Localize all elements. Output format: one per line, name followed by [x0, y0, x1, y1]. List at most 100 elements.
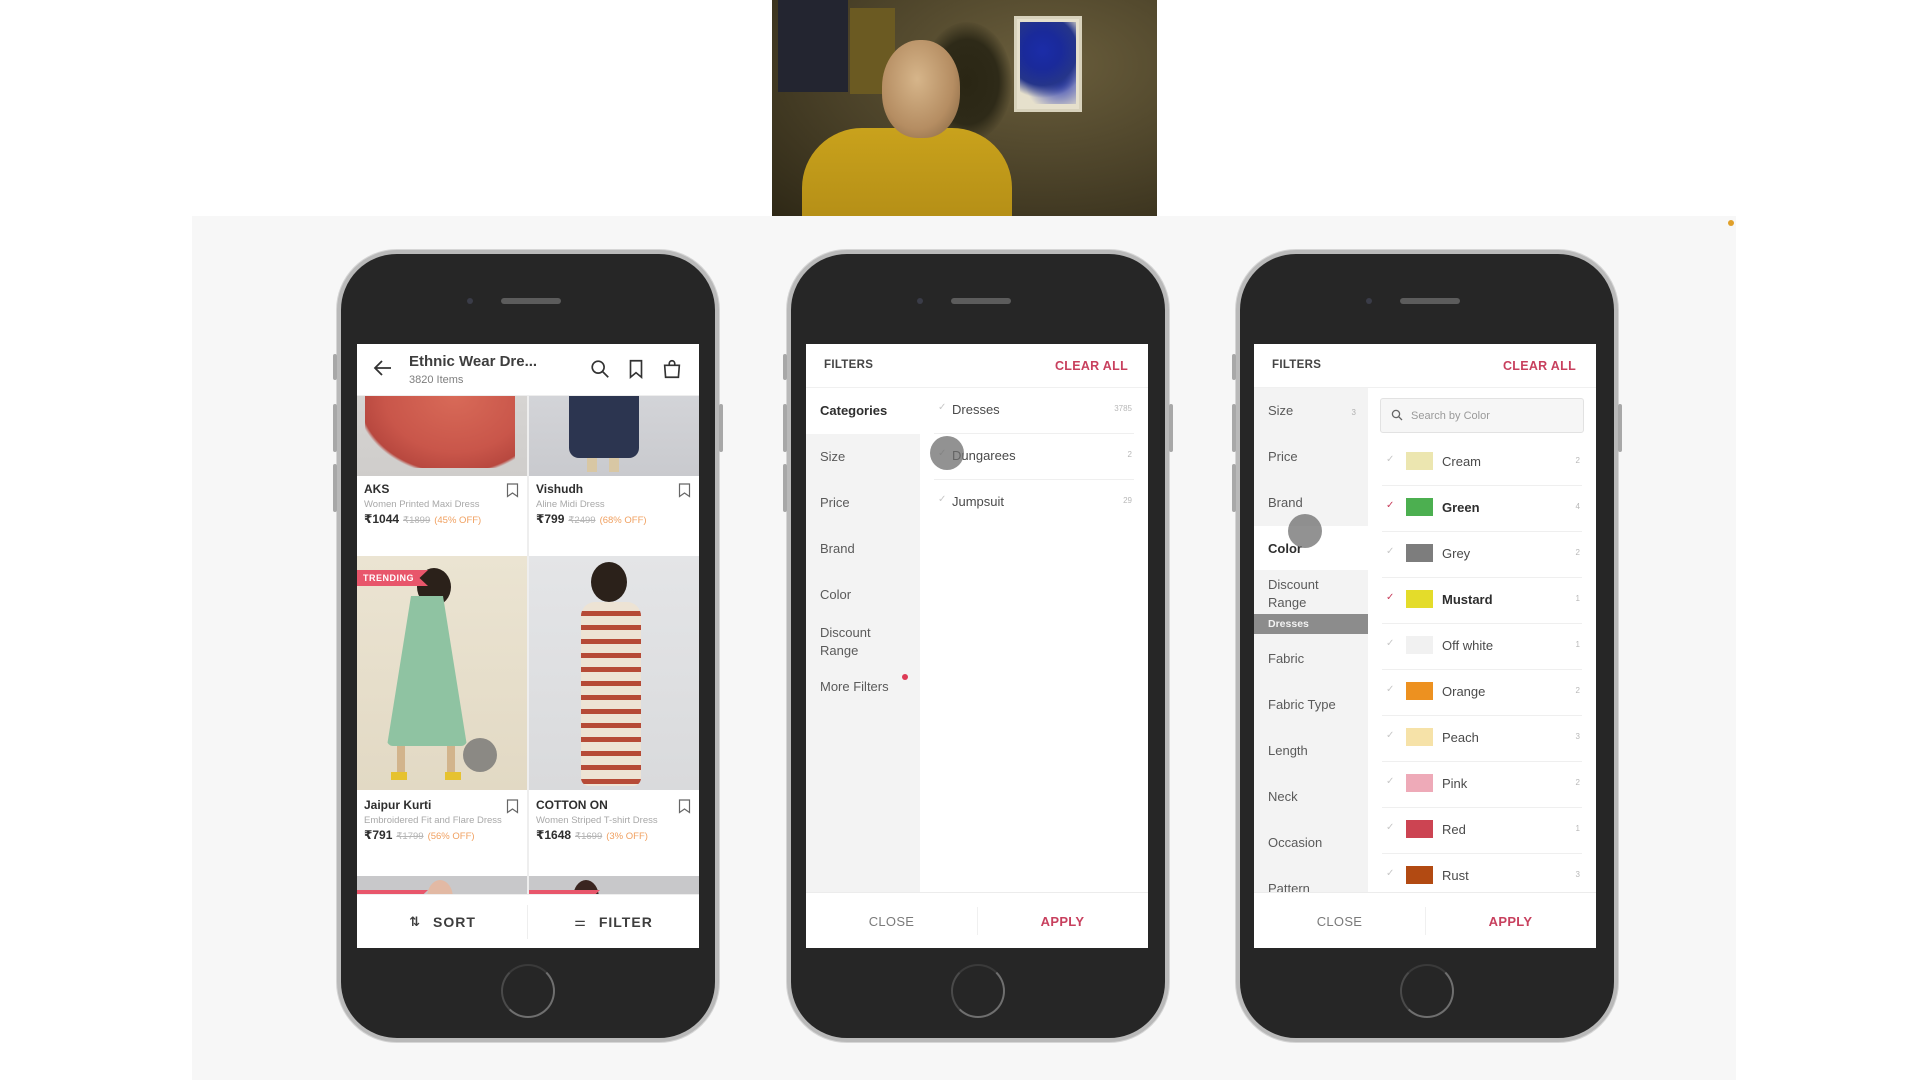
color-filter-screen: FILTERS CLEAR ALL Size 3 Price Brand Col…: [1254, 344, 1596, 948]
home-button[interactable]: [501, 964, 555, 1018]
clear-all-button[interactable]: CLEAR ALL: [1055, 359, 1128, 373]
filter-category-categories[interactable]: Categories: [806, 388, 920, 434]
wishlist-icon[interactable]: [506, 483, 519, 498]
color-swatch: [1406, 544, 1433, 562]
product-price: ₹791: [364, 828, 393, 842]
phone-product-list: Ethnic Wear Dre... 3820 Items AKS Women …: [333, 250, 723, 1042]
touch-indicator: [463, 738, 497, 772]
filter-category-more-filters[interactable]: More Filters: [806, 678, 920, 696]
filter-category-neck[interactable]: Neck: [1254, 788, 1368, 806]
filter-category-fabric[interactable]: Fabric: [1254, 650, 1368, 668]
color-option[interactable]: ✓ Off white 1: [1382, 624, 1582, 670]
product-price: ₹1648: [536, 828, 572, 842]
trending-badge: TRENDING: [357, 570, 428, 586]
search-icon[interactable]: [589, 358, 611, 380]
color-option[interactable]: ✓ Cream 2: [1382, 440, 1582, 486]
wall-painting-blue: [1014, 16, 1082, 112]
color-option[interactable]: ✓ Orange 2: [1382, 670, 1582, 716]
product-description: Women Striped T-shirt Dress: [536, 815, 658, 826]
filter-category-brand[interactable]: Brand: [1254, 494, 1368, 512]
shopping-bag-icon[interactable]: [661, 358, 683, 380]
color-swatch: [1406, 866, 1433, 884]
color-count: 3: [1575, 870, 1580, 879]
price-row: ₹799 ₹2499 (68% OFF): [536, 512, 647, 526]
presenter-body: [802, 128, 1012, 216]
presenter-webcam: [772, 0, 1157, 216]
check-icon: ✓: [1386, 776, 1395, 787]
sort-filter-bar: ⇅ SORT ⚌ FILTER: [357, 894, 699, 948]
sort-button[interactable]: ⇅ SORT: [357, 895, 528, 948]
product-card[interactable]: AKS Women Printed Maxi Dress ₹1044 ₹1899(…: [357, 396, 527, 556]
arrow-left-icon[interactable]: [371, 356, 395, 380]
filter-category-brand[interactable]: Brand: [806, 540, 920, 558]
earpiece: [501, 298, 561, 304]
close-button[interactable]: CLOSE: [806, 893, 977, 948]
filter-option[interactable]: ✓ Dungarees 2: [934, 434, 1134, 480]
home-button[interactable]: [951, 964, 1005, 1018]
color-count: 2: [1575, 456, 1580, 465]
color-swatch: [1406, 590, 1433, 608]
color-option[interactable]: ✓ Green 4: [1382, 486, 1582, 532]
filter-category-occasion[interactable]: Occasion: [1254, 834, 1368, 852]
filter-category-color[interactable]: Color: [806, 586, 920, 604]
product-image: [529, 556, 699, 790]
color-count: 3: [1575, 732, 1580, 741]
filter-category-discount-range[interactable]: Discount Range: [806, 624, 896, 660]
wishlist-icon[interactable]: [678, 483, 691, 498]
apply-button[interactable]: APPLY: [1425, 893, 1596, 948]
filters-header: FILTERS CLEAR ALL: [806, 344, 1148, 388]
color-option[interactable]: ✓ Peach 3: [1382, 716, 1582, 762]
filter-category-fabric-type[interactable]: Fabric Type: [1254, 696, 1368, 714]
color-label: Rust: [1442, 868, 1469, 883]
phone-filter-categories: FILTERS CLEAR ALL Categories Size Price …: [783, 250, 1173, 1042]
front-camera: [1366, 298, 1372, 304]
filter-category-size[interactable]: Size: [806, 448, 920, 466]
filter-category-list: Categories Size Price Brand Color Discou…: [806, 388, 920, 892]
clear-all-button[interactable]: CLEAR ALL: [1503, 359, 1576, 373]
product-image: [357, 396, 527, 476]
color-count: 1: [1575, 824, 1580, 833]
product-card[interactable]: TRENDING Jaipur Kurti Embroidered Fit an…: [357, 556, 527, 868]
close-button[interactable]: CLOSE: [1254, 893, 1425, 948]
product-list-header: Ethnic Wear Dre... 3820 Items: [357, 344, 699, 396]
filter-sliders-icon: ⚌: [574, 914, 587, 929]
search-icon: [1391, 409, 1403, 421]
filter-button[interactable]: ⚌ FILTER: [528, 895, 699, 948]
color-option[interactable]: ✓ Mustard 1: [1382, 578, 1582, 624]
color-search-input[interactable]: [1411, 399, 1581, 432]
color-option[interactable]: ✓ Grey 2: [1382, 532, 1582, 578]
product-card[interactable]: Vishudh Aline Midi Dress ₹799 ₹2499 (68% O…: [529, 396, 699, 556]
wishlist-icon[interactable]: [506, 799, 519, 814]
filter-category-price[interactable]: Price: [806, 494, 920, 512]
filter-option[interactable]: ✓ Dresses 3785: [934, 388, 1134, 434]
page-title: Ethnic Wear Dre...: [409, 353, 538, 370]
home-button[interactable]: [1400, 964, 1454, 1018]
bookmark-icon[interactable]: [625, 358, 647, 380]
color-count: 2: [1575, 778, 1580, 787]
product-discount: (68% OFF): [599, 515, 647, 526]
filter-category-price[interactable]: Price: [1254, 448, 1368, 466]
color-swatch: [1406, 820, 1433, 838]
price-row: ₹1648 ₹1699 (3% OFF): [536, 828, 648, 842]
color-option[interactable]: ✓ Pink 2: [1382, 762, 1582, 808]
item-count: 3820 Items: [409, 374, 464, 386]
filter-category-discount-range[interactable]: Discount Range: [1254, 576, 1344, 612]
color-search-box[interactable]: [1380, 398, 1584, 433]
product-mrp: ₹1799: [396, 831, 424, 842]
color-count: 1: [1575, 594, 1580, 603]
color-count: 1: [1575, 640, 1580, 649]
color-option[interactable]: ✓ Red 1: [1382, 808, 1582, 854]
check-icon: ✓: [1386, 822, 1395, 833]
wishlist-icon[interactable]: [678, 799, 691, 814]
filter-option[interactable]: ✓ Jumpsuit 29: [934, 480, 1134, 526]
product-card[interactable]: COTTON ON Women Striped T-shirt Dress ₹1…: [529, 556, 699, 868]
stage: Ethnic Wear Dre... 3820 Items AKS Women …: [0, 0, 1920, 1080]
product-discount: (45% OFF): [434, 515, 482, 526]
filter-category-size[interactable]: Size 3: [1254, 402, 1368, 420]
product-description: Women Printed Maxi Dress: [364, 499, 480, 510]
filter-category-length[interactable]: Length: [1254, 742, 1368, 760]
sort-icon: ⇅: [409, 914, 421, 929]
apply-button[interactable]: APPLY: [977, 893, 1148, 948]
product-discount: (56% OFF): [427, 831, 475, 842]
color-label: Cream: [1442, 454, 1482, 469]
